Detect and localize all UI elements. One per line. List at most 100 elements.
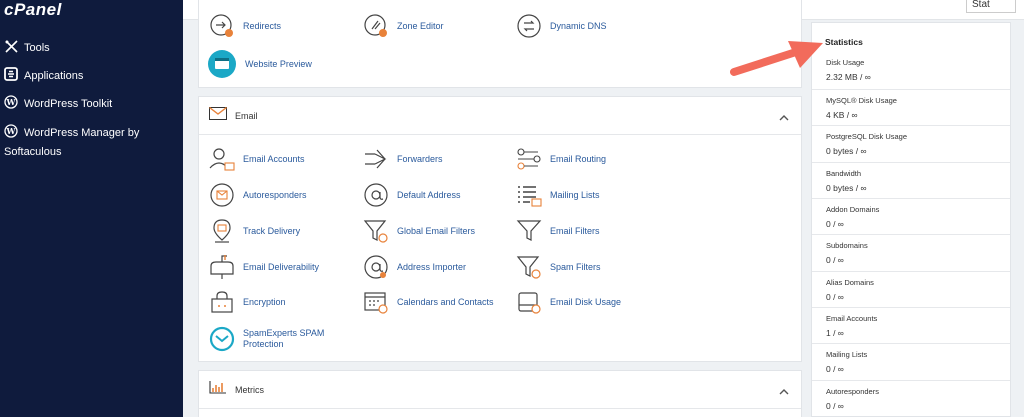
- dynamic-dns-item[interactable]: Dynamic DNS: [516, 13, 607, 39]
- encryption-item[interactable]: Encryption: [209, 289, 286, 315]
- annotation-arrow-icon: [730, 40, 826, 83]
- stat-row: Email Accounts 1 / ∞: [812, 307, 1010, 338]
- item-label: Email Deliverability: [243, 261, 320, 272]
- forwarders-icon: [363, 146, 389, 172]
- item-label: Track Delivery: [243, 225, 301, 236]
- stat-row: Addon Domains 0 / ∞: [812, 198, 1010, 229]
- stat-row: Autoresponders 0 / ∞: [812, 380, 1010, 411]
- item-label: Email Disk Usage: [550, 296, 622, 307]
- spamexperts-icon: [209, 326, 235, 352]
- stat-label: Autoresponders: [826, 387, 879, 396]
- stat-label: Subdomains: [826, 241, 868, 250]
- stat-value: 0 bytes / ∞: [826, 183, 867, 193]
- mailing-lists-item[interactable]: Mailing Lists: [516, 182, 600, 208]
- mailing-lists-icon: [516, 182, 542, 208]
- spamexperts-item[interactable]: SpamExperts SPAM Protection: [209, 326, 349, 352]
- item-label: Global Email Filters: [397, 225, 476, 236]
- email-panel: Email Email Accounts Forwarders Email Ro…: [198, 96, 802, 362]
- email-filters-icon: [516, 218, 542, 244]
- email-panel-header[interactable]: Email: [199, 97, 801, 135]
- item-label: Website Preview: [245, 58, 312, 69]
- sidebar-item-wordpress-toolkit[interactable]: W WordPress Toolkit: [4, 95, 112, 114]
- stat-value: 0 / ∞: [826, 219, 844, 229]
- tools-icon: [4, 39, 18, 53]
- top-select[interactable]: Stat: [966, 0, 1016, 13]
- global-email-filters-icon: [363, 218, 389, 244]
- sidebar-item-applications[interactable]: Applications: [4, 67, 83, 86]
- envelope-icon: [209, 106, 227, 125]
- item-label: Default Address: [397, 189, 461, 200]
- domains-panel: Redirects Zone Editor Dynamic DNS Websit…: [198, 0, 802, 88]
- default-address-item[interactable]: Default Address: [363, 182, 461, 208]
- sidebar: cPanel Tools Applications W WordPress To…: [0, 0, 183, 417]
- calendars-contacts-item[interactable]: Calendars and Contacts: [363, 289, 494, 315]
- email-deliverability-icon: [209, 254, 235, 280]
- item-label: SpamExperts SPAM Protection: [243, 328, 325, 349]
- stat-value: 0 / ∞: [826, 364, 844, 374]
- stat-value: 0 / ∞: [826, 255, 844, 265]
- panel-title: Email: [235, 110, 258, 121]
- svg-text:W: W: [6, 97, 17, 107]
- track-delivery-item[interactable]: Track Delivery: [209, 218, 300, 244]
- email-accounts-icon: [209, 146, 235, 172]
- stat-label: Addon Domains: [826, 205, 880, 214]
- stat-row: Disk Usage 2.32 MB / ∞: [812, 52, 1010, 82]
- dynamic-dns-icon: [516, 13, 542, 39]
- website-preview-item[interactable]: Website Preview: [207, 49, 312, 79]
- item-label: Spam Filters: [550, 261, 601, 272]
- stat-row: Alias Domains 0 / ∞: [812, 271, 1010, 302]
- stat-value: 2.32 MB / ∞: [826, 72, 871, 82]
- item-label: Redirects: [243, 20, 282, 31]
- chevron-up-icon[interactable]: [779, 109, 789, 127]
- zone-editor-item[interactable]: Zone Editor: [363, 13, 444, 39]
- stat-value: 0 / ∞: [826, 292, 844, 302]
- track-delivery-icon: [209, 218, 235, 244]
- item-label: Forwarders: [397, 153, 443, 164]
- item-label: Autoresponders: [243, 189, 307, 200]
- chart-icon: [209, 380, 227, 399]
- email-disk-usage-item[interactable]: Email Disk Usage: [516, 289, 621, 315]
- forwarders-item[interactable]: Forwarders: [363, 146, 443, 172]
- chevron-up-icon[interactable]: [779, 383, 789, 401]
- calendars-contacts-icon: [363, 289, 389, 315]
- item-label: Email Routing: [550, 153, 607, 164]
- email-routing-icon: [516, 146, 542, 172]
- stat-label: Email Accounts: [826, 314, 878, 323]
- item-label: Zone Editor: [397, 20, 444, 31]
- cpanel-logo[interactable]: cPanel: [4, 0, 62, 20]
- stat-label: Bandwidth: [826, 169, 862, 178]
- item-label: Dynamic DNS: [550, 20, 607, 31]
- metrics-panel-header[interactable]: Metrics: [199, 371, 801, 409]
- stat-label: PostgreSQL Disk Usage: [826, 132, 908, 141]
- address-importer-item[interactable]: Address Importer: [363, 254, 466, 280]
- stat-row: Subdomains 0 / ∞: [812, 234, 1010, 265]
- item-label: Email Accounts: [243, 153, 305, 164]
- stat-label: Alias Domains: [826, 278, 874, 287]
- stat-value: 1 / ∞: [826, 328, 844, 338]
- item-label: Address Importer: [397, 261, 467, 272]
- stat-label: Mailing Lists: [826, 350, 868, 359]
- autoresponders-icon: [209, 182, 235, 208]
- email-routing-item[interactable]: Email Routing: [516, 146, 606, 172]
- stat-row: Mailing Lists 0 / ∞: [812, 343, 1010, 374]
- sidebar-item-wordpress-manager[interactable]: W WordPress Manager by Softaculous: [4, 124, 179, 162]
- global-email-filters-item[interactable]: Global Email Filters: [363, 218, 475, 244]
- wordpress-icon: W: [4, 95, 18, 109]
- panel-title: Metrics: [235, 384, 264, 395]
- email-accounts-item[interactable]: Email Accounts: [209, 146, 305, 172]
- autoresponders-item[interactable]: Autoresponders: [209, 182, 307, 208]
- applications-icon: [4, 67, 18, 81]
- email-filters-item[interactable]: Email Filters: [516, 218, 600, 244]
- stat-value: 0 bytes / ∞: [826, 146, 867, 156]
- default-address-icon: [363, 182, 389, 208]
- redirects-item[interactable]: Redirects: [209, 13, 281, 39]
- sidebar-item-tools[interactable]: Tools: [4, 39, 50, 58]
- spam-filters-icon: [516, 254, 542, 280]
- email-deliverability-item[interactable]: Email Deliverability: [209, 254, 319, 280]
- encryption-icon: [209, 289, 235, 315]
- item-label: Calendars and Contacts: [397, 296, 494, 307]
- spam-filters-item[interactable]: Spam Filters: [516, 254, 601, 280]
- metrics-panel: Metrics: [198, 370, 802, 417]
- stat-label: Disk Usage: [826, 58, 865, 67]
- sidebar-item-label: WordPress Toolkit: [24, 98, 113, 110]
